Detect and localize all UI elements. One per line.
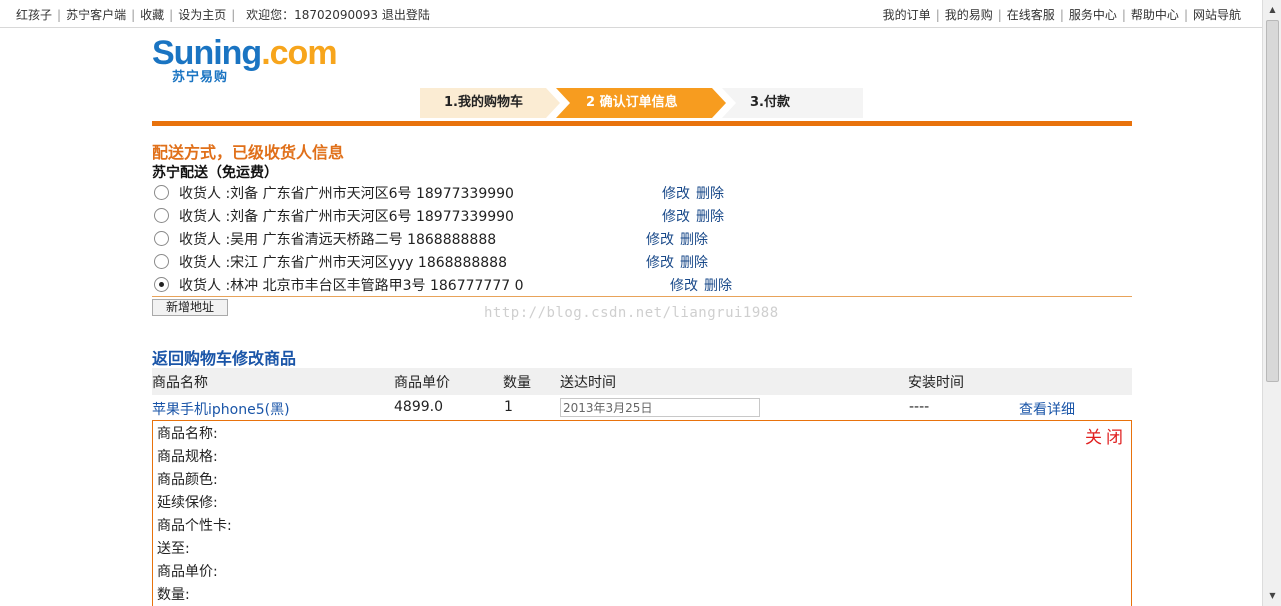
delete-address-link[interactable]: 删除 — [696, 209, 724, 225]
scroll-down-arrow-icon[interactable]: ▼ — [1265, 588, 1280, 604]
address-actions: 修改 删除 — [646, 229, 714, 249]
step-confirm-order: 2 确认订单信息 — [556, 88, 726, 118]
address-text: 收货人 :宋江 广东省广州市天河区yyy 1868888888 — [179, 255, 507, 271]
detail-label-color: 商品颜色: — [157, 472, 218, 488]
address-radio[interactable] — [154, 254, 169, 269]
delete-address-link[interactable]: 删除 — [696, 186, 724, 202]
back-to-cart-link[interactable]: 返回购物车修改商品 — [152, 345, 296, 369]
detail-label-name: 商品名称: — [157, 426, 218, 442]
product-quantity: 1 — [504, 399, 513, 415]
address-actions: 修改 删除 — [646, 252, 714, 272]
link-client[interactable]: 苏宁客户端 — [66, 8, 126, 22]
top-bar-right: 我的订单 | 我的易购 | 在线客服 | 服务中心 | 帮助中心 | 网站导航 — [882, 8, 1241, 22]
step-my-cart: 1.我的购物车 — [420, 88, 560, 118]
detail-label-spec: 商品规格: — [157, 449, 218, 465]
edit-address-link[interactable]: 修改 — [646, 255, 674, 271]
edit-address-link[interactable]: 修改 — [670, 278, 698, 294]
delete-address-link[interactable]: 删除 — [680, 232, 708, 248]
top-bar: 红孩子 | 苏宁客户端 | 收藏 | 设为主页 | 欢迎您：18702090093 退出登陆 … — [0, 0, 1262, 28]
checkout-steps: 1.我的购物车 2 确认订单信息 3.付款 — [420, 88, 863, 118]
address-divider — [152, 296, 1132, 297]
product-detail-panel: 关闭 商品名称: 商品规格: 商品颜色: 延续保修: 商品个性卡: 送至: 商品… — [152, 420, 1132, 606]
view-detail-link[interactable]: 查看详细 — [1019, 399, 1075, 419]
address-text: 收货人 :刘备 广东省广州市天河区6号 18977339990 — [179, 186, 514, 202]
detail-label-quantity: 数量: — [157, 587, 190, 603]
address-text: 收货人 :吴用 广东省清远天桥路二号 1868888888 — [179, 232, 497, 248]
logout-link[interactable]: 退出登陆 — [382, 8, 430, 22]
step-payment: 3.付款 — [722, 88, 863, 118]
link-favorite[interactable]: 收藏 — [140, 8, 164, 22]
link-my-orders[interactable]: 我的订单 — [883, 8, 931, 22]
table-row: 苹果手机iphone5(黑) 4899.0 1 ---- 查看详细 — [152, 396, 1132, 418]
header-install-time: 安装时间 — [908, 375, 964, 391]
blog-watermark: http://blog.csdn.net/liangrui1988 — [484, 305, 779, 321]
add-address-button[interactable]: 新增地址 — [152, 299, 228, 316]
delivery-date-input[interactable] — [560, 398, 760, 417]
address-radio[interactable] — [154, 185, 169, 200]
delete-address-link[interactable]: 删除 — [680, 255, 708, 271]
delete-address-link[interactable]: 删除 — [704, 278, 732, 294]
detail-label-price: 商品单价: — [157, 564, 218, 580]
detail-label-card: 商品个性卡: — [157, 518, 232, 534]
welcome-text: 欢迎您：18702090093 — [246, 8, 379, 22]
header-product-name: 商品名称 — [152, 375, 208, 391]
edit-address-link[interactable]: 修改 — [662, 186, 690, 202]
address-actions: 修改 删除 — [670, 275, 738, 295]
link-hongharzi[interactable]: 红孩子 — [16, 8, 52, 22]
top-bar-left: 红孩子 | 苏宁客户端 | 收藏 | 设为主页 | 欢迎您：18702090093 退出登陆 — [16, 8, 430, 22]
vertical-scrollbar[interactable]: ▲ ▼ — [1262, 0, 1281, 606]
product-name-link[interactable]: 苹果手机iphone5(黑) — [152, 399, 290, 419]
close-button[interactable]: 关闭 — [1085, 423, 1127, 448]
link-service-center[interactable]: 服务中心 — [1069, 8, 1117, 22]
shipping-method: 苏宁配送（免运费） — [152, 165, 278, 181]
logo-subtitle: 苏宁易购 — [172, 70, 229, 85]
edit-address-link[interactable]: 修改 — [662, 209, 690, 225]
scrollbar-thumb[interactable] — [1266, 20, 1279, 382]
link-help-center[interactable]: 帮助中心 — [1131, 8, 1179, 22]
cart-table-header: 商品名称 商品单价 数量 送达时间 安装时间 — [152, 368, 1132, 395]
header-quantity: 数量 — [503, 375, 531, 391]
detail-label-deliver-to: 送至: — [157, 541, 190, 557]
link-online-service[interactable]: 在线客服 — [1007, 8, 1055, 22]
suning-logo[interactable]: Suning.com 苏宁易购 — [152, 34, 352, 90]
product-price: 4899.0 — [394, 399, 443, 415]
address-actions: 修改 删除 — [662, 183, 730, 203]
address-text: 收货人 :刘备 广东省广州市天河区6号 18977339990 — [179, 209, 514, 225]
address-radio-selected[interactable] — [154, 277, 169, 292]
section-divider — [152, 121, 1132, 126]
header-delivery-time: 送达时间 — [560, 375, 616, 391]
install-time: ---- — [909, 399, 930, 415]
address-radio[interactable] — [154, 231, 169, 246]
link-site-nav[interactable]: 网站导航 — [1193, 8, 1241, 22]
header-unit-price: 商品单价 — [394, 375, 450, 391]
edit-address-link[interactable]: 修改 — [646, 232, 674, 248]
address-radio[interactable] — [154, 208, 169, 223]
address-actions: 修改 删除 — [662, 206, 730, 226]
scroll-up-arrow-icon[interactable]: ▲ — [1265, 2, 1280, 18]
link-my-suning[interactable]: 我的易购 — [945, 8, 993, 22]
detail-label-warranty: 延续保修: — [157, 495, 218, 511]
address-text: 收货人 :林冲 北京市丰台区丰管路甲3号 186777777 0 — [179, 278, 524, 294]
link-set-homepage[interactable]: 设为主页 — [178, 8, 226, 22]
shipping-heading: 配送方式，已级收货人信息 — [152, 143, 345, 162]
